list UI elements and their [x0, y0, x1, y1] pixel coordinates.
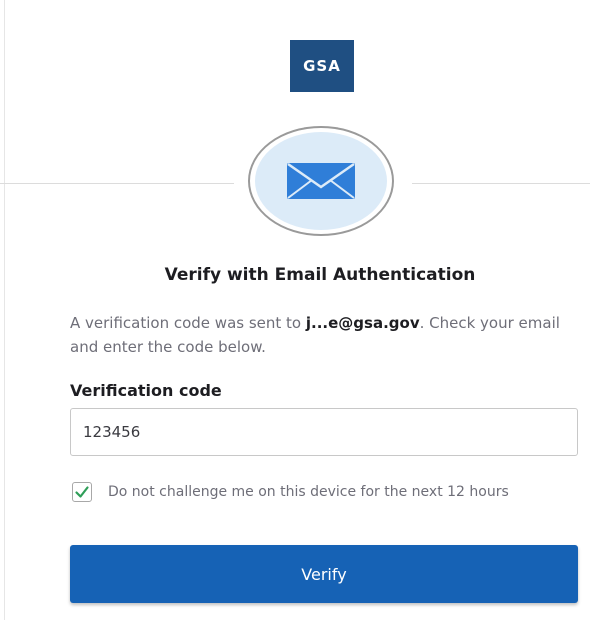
checkmark-icon: [75, 486, 89, 498]
masked-email: j...e@gsa.gov: [305, 314, 420, 332]
remember-device-label[interactable]: Do not challenge me on this device for t…: [108, 483, 568, 502]
verification-code-label: Verification code: [70, 381, 222, 400]
envelope-icon: [287, 162, 355, 199]
verify-button[interactable]: Verify: [70, 545, 578, 603]
divider-left: [0, 183, 234, 184]
verification-code-input[interactable]: [70, 408, 578, 456]
page-title: Verify with Email Authentication: [164, 265, 476, 285]
factor-icon-badge: [255, 132, 387, 230]
verification-description: A verification code was sent to j...e@gs…: [70, 311, 582, 359]
remember-device-checkbox[interactable]: [72, 482, 92, 502]
gsa-logo: GSA: [290, 40, 354, 92]
divider-right: [412, 183, 590, 184]
page-border: [4, 0, 5, 620]
description-prefix: A verification code was sent to: [70, 314, 306, 332]
logo-text: GSA: [303, 57, 341, 75]
